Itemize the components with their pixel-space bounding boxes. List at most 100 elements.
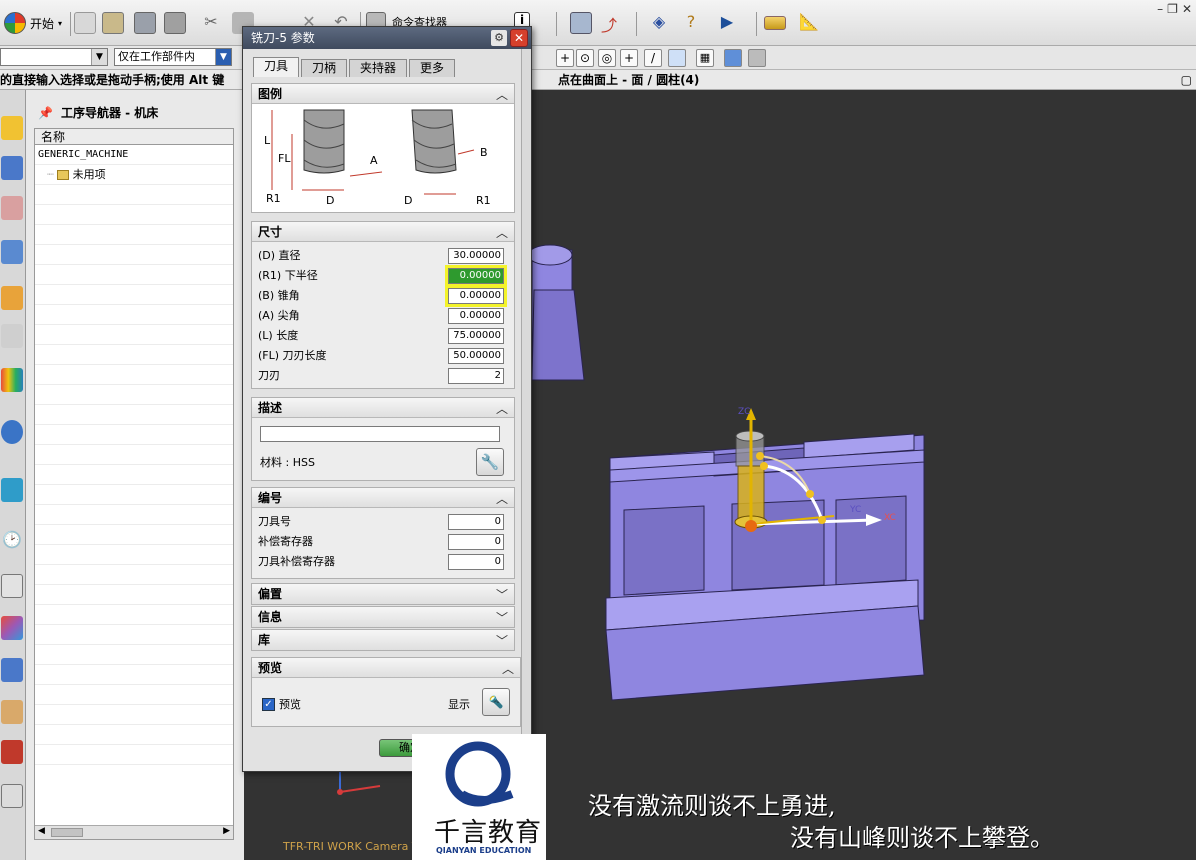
tab-clamp[interactable]: 夹持器 [349,59,408,77]
collapse-icon[interactable]: ︿ [496,223,508,243]
flute-length-input[interactable]: 50.00000 [448,348,504,364]
info-group-header[interactable]: 信息 ﹀ [252,607,514,627]
view-layer-icon[interactable] [570,12,592,34]
type-filter-combo[interactable]: ▼ [0,48,108,66]
tab-holder[interactable]: 刀柄 [301,59,348,77]
expand-icon[interactable]: ﹀ [496,608,508,628]
lower-radius-input[interactable]: 0.00000 [448,268,504,284]
grid-icon[interactable]: ▦ [696,49,714,67]
maximize-panel-icon[interactable]: ▢ [1181,70,1192,90]
flutes-input[interactable]: 2 [448,368,504,384]
preview-group-header[interactable]: 预览 ︿ [252,658,520,678]
horizontal-scrollbar[interactable]: ◀ ▶ [35,825,233,839]
close-icon[interactable]: ✕ [1182,2,1192,16]
transform-icon[interactable]: ◈ [648,12,670,34]
legend-group-header[interactable]: 图例 ︿ [252,84,514,104]
length-input[interactable]: 75.00000 [448,328,504,344]
hd3d-tools-icon[interactable] [1,420,23,444]
tab-more[interactable]: 更多 [409,59,456,77]
numbering-group: 编号 ︿ 刀具号 0 补偿寄存器 0 刀具补偿寄存器 0 [251,487,515,579]
tree-node-unused[interactable]: ┈ 未用项 [35,165,233,185]
preview-checkbox-row[interactable]: ✓ 预览 [262,696,301,712]
process-studio-icon[interactable] [1,616,23,640]
column-header-name[interactable]: 名称 [35,129,233,145]
new-file-icon[interactable] [74,12,96,34]
machining-feature-navigator-icon[interactable] [1,324,23,348]
chevron-down-icon: ▼ [91,49,107,65]
offset-group-header[interactable]: 偏置 ﹀ [252,584,514,604]
adjust-register-input[interactable]: 0 [448,534,504,550]
measure-angle-icon[interactable]: 📐 [798,12,820,34]
solid-body-icon[interactable] [724,49,742,67]
show-button[interactable]: 🔦 [482,688,510,716]
ruler-icon[interactable] [764,16,786,30]
scope-filter-combo[interactable]: 仅在工作部件内 ▼ [114,48,232,66]
wrench-icon: 🔧 [480,453,500,471]
pin-icon[interactable]: 📌 [38,106,53,120]
manufacturing-wizard-icon[interactable] [1,658,23,682]
scroll-thumb[interactable] [51,828,83,837]
diameter-input[interactable]: 30.00000 [448,248,504,264]
open-folder-icon[interactable] [102,12,124,34]
minimize-icon[interactable]: – [1157,2,1163,16]
web-browser-icon[interactable] [1,478,23,502]
dialog-scrollbar[interactable] [521,49,531,771]
expand-icon[interactable]: ﹀ [496,631,508,651]
material-wrench-button[interactable]: 🔧 [476,448,504,476]
cutcom-register-input[interactable]: 0 [448,554,504,570]
collapse-icon[interactable]: ︿ [496,489,508,509]
quadrant-point-icon[interactable]: ◎ [598,49,616,67]
close-button[interactable]: ✕ [510,29,528,47]
tab-tool[interactable]: 刀具 [253,57,300,77]
save-icon[interactable] [134,12,156,34]
tool-number-input[interactable]: 0 [448,514,504,530]
cut-icon[interactable]: ✂ [200,12,222,34]
system-materials-icon[interactable] [1,574,23,598]
operation-navigator-icon[interactable] [1,240,23,264]
constraint-navigator-icon[interactable] [1,156,23,180]
selection-bar: ▼ 仅在工作部件内 ▼ + ⊙ ◎ + / ▦ [0,46,1196,70]
center-point-icon[interactable]: ⊙ [576,49,594,67]
history-icon[interactable]: 🕑 [1,530,23,554]
numbering-group-header[interactable]: 编号 ︿ [252,488,514,508]
play-icon[interactable]: ▶ [716,12,738,34]
scroll-left-icon[interactable]: ◀ [38,826,45,836]
point-on-face-icon[interactable] [668,49,686,67]
taper-angle-input[interactable]: 0.00000 [448,288,504,304]
roles-icon[interactable] [1,700,23,724]
description-input[interactable] [260,426,500,442]
dimensions-group-title: 尺寸 [258,225,283,239]
system-scene-icon[interactable] [1,740,23,764]
restore-icon[interactable]: ❐ [1167,2,1178,16]
print-icon[interactable] [164,12,186,34]
empty-row [35,565,233,585]
cue-line: 的直接输入选择或是拖动手柄;使用 Alt 键 点在曲面上 - 面 / 圆柱(4)… [0,70,1196,90]
reuse-library-icon[interactable] [1,368,23,392]
machine-tool-navigator-icon[interactable] [1,286,23,310]
collapse-icon[interactable]: ︿ [496,399,508,419]
expand-icon[interactable]: ﹀ [496,585,508,605]
assembly-navigator-icon[interactable] [1,116,23,140]
existing-point-icon[interactable]: + [620,49,638,67]
collapse-icon[interactable]: ︿ [502,659,514,679]
tip-angle-input[interactable]: 0.00000 [448,308,504,324]
scroll-right-icon[interactable]: ▶ [223,826,230,836]
settings-icon[interactable]: ⚙ [491,30,507,46]
dimensions-group-header[interactable]: 尺寸 ︿ [252,222,514,242]
dialog-title: 铣刀-5 参数 [251,31,315,45]
filter-icon[interactable] [748,49,766,67]
collapse-icon[interactable]: ︿ [496,85,508,105]
library-group-header[interactable]: 库 ﹀ [252,630,514,650]
subtitle-line-1: 没有激流则谈不上勇进, [588,792,836,820]
tree-node-machine[interactable]: GENERIC_MACHINE [35,145,233,165]
report-icon[interactable] [1,784,23,808]
preview-checkbox[interactable]: ✓ [262,697,275,711]
description-group-header[interactable]: 描述 ︿ [252,398,514,418]
point-on-curve-icon[interactable]: + [556,49,574,67]
wcs-icon[interactable]: ⤴ [598,12,620,35]
end-point-icon[interactable]: / [644,49,662,67]
start-menu-button[interactable]: 开始 ▾ [4,10,62,36]
help-icon[interactable]: ? [680,12,702,34]
dialog-title-bar[interactable]: 铣刀-5 参数 ⚙ ✕ [243,27,531,49]
part-navigator-icon[interactable] [1,196,23,220]
